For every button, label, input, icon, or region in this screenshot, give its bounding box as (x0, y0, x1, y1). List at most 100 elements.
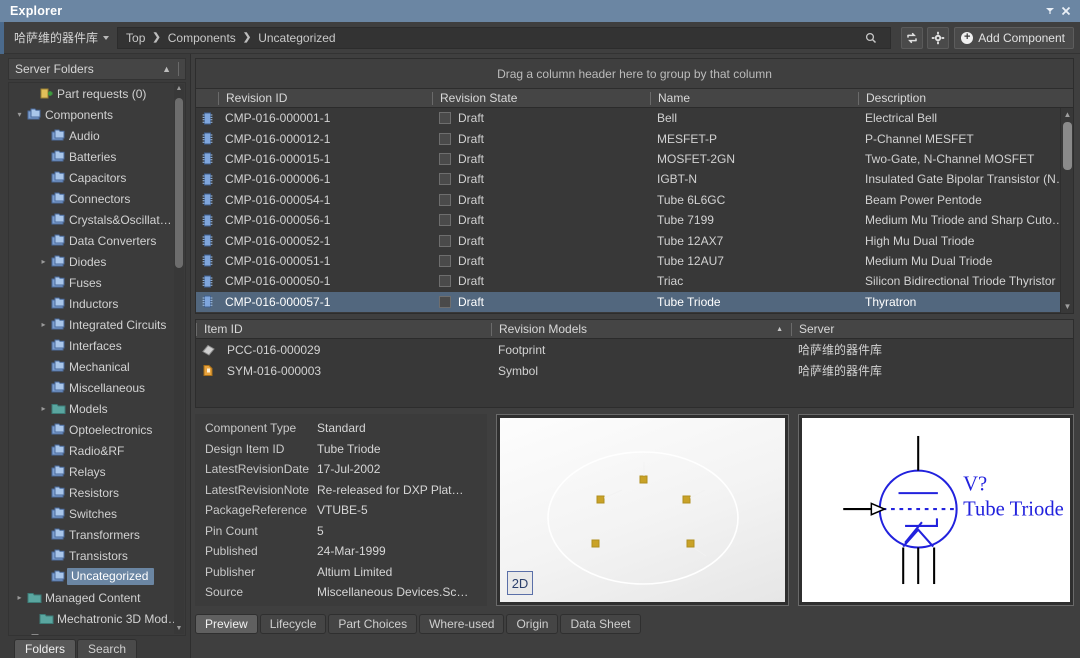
breadcrumb-item-top[interactable]: Top (126, 31, 145, 45)
sidebar-scroll-thumb[interactable] (175, 98, 183, 268)
sidebar-item-audio[interactable]: Audio (9, 125, 185, 146)
expander-expand-icon[interactable]: ▸ (37, 257, 50, 266)
sidebar-item-fuses[interactable]: Fuses (9, 272, 185, 293)
state-checkbox[interactable] (439, 214, 451, 227)
sidebar-tab-folders[interactable]: Folders (14, 639, 77, 658)
sidebar-item-mechanical[interactable]: Mechanical (9, 356, 185, 377)
sidebar-item-resistors[interactable]: Resistors (9, 482, 185, 503)
grid-column-header-name[interactable]: Name (650, 91, 858, 105)
table-row[interactable]: CMP-016-000015-1 Draft MOSFET-2GN Two-Gate,… (196, 149, 1073, 169)
list-item[interactable]: SYM-016-000003 Symbol 哈萨维的器件库 (196, 360, 1073, 381)
sidebar-item-miscellaneous[interactable]: Miscellaneous (9, 377, 185, 398)
expander-expand-icon[interactable]: ▸ (37, 320, 50, 329)
view-mode-2d-button[interactable]: 2D (507, 571, 533, 595)
grid-column-header-revision-state[interactable]: Revision State (432, 91, 650, 105)
breadcrumb-item-uncategorized[interactable]: Uncategorized (258, 31, 335, 45)
library-selector[interactable]: 哈萨维的器件库 (4, 29, 117, 46)
table-row[interactable]: CMP-016-000006-1 Draft IGBT-N Insulated Gat… (196, 169, 1073, 189)
gear-icon[interactable] (927, 26, 950, 49)
sidebar-item-part-requests-0[interactable]: Part requests (0) (9, 83, 185, 104)
symbol-preview[interactable]: V? Tube Triode (798, 414, 1074, 606)
sidebar-item-optoelectronics[interactable]: Optoelectronics (9, 419, 185, 440)
tab-preview[interactable]: Preview (195, 614, 258, 634)
sidebar-tab-search[interactable]: Search (77, 639, 138, 658)
table-row[interactable]: CMP-016-000057-1 Draft Tube Triode Thyratro… (196, 291, 1073, 312)
table-row[interactable]: CMP-016-000050-1 Draft Triac Silicon Bidire… (196, 271, 1073, 291)
table-row[interactable]: CMP-016-000001-1 Draft Bell Electrical Bell (196, 108, 1073, 128)
models-column-header-revision-models[interactable]: Revision Models (491, 322, 791, 336)
title-bar: Explorer (0, 0, 1080, 22)
tab-part-choices[interactable]: Part Choices (328, 614, 418, 634)
grid-scroll-thumb[interactable] (1063, 122, 1072, 170)
search-icon[interactable] (860, 27, 882, 49)
sidebar-item-transistors[interactable]: Transistors (9, 545, 185, 566)
sidebar-item-transformers[interactable]: Transformers (9, 524, 185, 545)
table-row[interactable]: CMP-016-000012-1 Draft MESFET-P P-Channel M… (196, 128, 1073, 148)
state-checkbox[interactable] (439, 173, 451, 186)
grid-scroll-up-icon[interactable]: ▲ (1063, 109, 1072, 120)
sidebar-item-managed-content[interactable]: ▸ Managed Content (9, 587, 185, 608)
table-row[interactable]: CMP-016-000056-1 Draft Tube 7199 Medium Mu … (196, 210, 1073, 230)
sidebar-item-switches[interactable]: Switches (9, 503, 185, 524)
sidebar-item-diodes[interactable]: ▸ Diodes (9, 251, 185, 272)
list-item[interactable]: PCC-016-000029 Footprint 哈萨维的器件库 (196, 339, 1073, 360)
component-icon (196, 214, 218, 227)
tab-origin[interactable]: Origin (506, 614, 559, 634)
tab-where-used[interactable]: Where-used (419, 614, 505, 634)
group-panel[interactable]: Drag a column header here to group by th… (196, 59, 1073, 89)
state-checkbox[interactable] (439, 295, 451, 308)
state-checkbox[interactable] (439, 152, 451, 165)
models-column-header-server[interactable]: Server (791, 322, 1051, 336)
sidebar-item-radio-rf[interactable]: Radio&RF (9, 440, 185, 461)
sidebar-item-crystals-oscillat[interactable]: Crystals&Oscillat… (9, 209, 185, 230)
sidebar-item-capacitors[interactable]: Capacitors (9, 167, 185, 188)
grid-scroll-down-icon[interactable]: ▼ (1063, 301, 1072, 312)
breadcrumb-item-components[interactable]: Components (168, 31, 236, 45)
models-column-header-item-id[interactable]: Item ID (196, 322, 491, 336)
refresh-icon[interactable] (901, 26, 924, 49)
state-label: Draft (458, 213, 485, 228)
state-checkbox[interactable] (439, 254, 451, 267)
state-label: Draft (458, 172, 485, 187)
sidebar-item-mechatronic-3d-mod[interactable]: Mechatronic 3D Mod… (9, 608, 185, 629)
state-checkbox[interactable] (439, 275, 451, 288)
sidebar-scrollbar[interactable]: ▲ ▼ (174, 84, 184, 634)
tab-lifecycle[interactable]: Lifecycle (259, 614, 327, 634)
sidebar-item-label: Optoelectronics (69, 422, 153, 437)
state-checkbox[interactable] (439, 112, 451, 125)
grid-column-header-description[interactable]: Description (858, 91, 1073, 105)
grid-scrollbar[interactable]: ▲ ▼ (1060, 108, 1073, 313)
tab-data-sheet[interactable]: Data Sheet (560, 614, 641, 634)
table-row[interactable]: CMP-016-000052-1 Draft Tube 12AX7 High Mu D… (196, 230, 1073, 250)
sidebar-item-projects[interactable]: ▸ Projects (9, 629, 185, 636)
sidebar-item-models[interactable]: ▸ Models (9, 398, 185, 419)
folder-tree[interactable]: ▲ ▼ Part requests (0) ▾ Components Audio Bat… (8, 82, 186, 636)
footprint-preview[interactable]: 2D (496, 414, 789, 606)
close-icon[interactable] (1058, 3, 1074, 19)
sidebar-item-batteries[interactable]: Batteries (9, 146, 185, 167)
table-row[interactable]: CMP-016-000054-1 Draft Tube 6L6GC Beam Powe… (196, 190, 1073, 210)
sidebar-item-components[interactable]: ▾ Components (9, 104, 185, 125)
expander-expand-icon[interactable]: ▸ (37, 404, 50, 413)
models-header-row: Item ID Revision Models Server (196, 320, 1073, 339)
scroll-down-arrow-icon[interactable]: ▼ (175, 624, 183, 634)
pin-icon[interactable] (1042, 3, 1058, 19)
state-checkbox[interactable] (439, 132, 451, 145)
sidebar-item-connectors[interactable]: Connectors (9, 188, 185, 209)
sidebar-item-uncategorized[interactable]: Uncategorized (9, 566, 185, 587)
add-component-button[interactable]: + Add Component (954, 26, 1074, 49)
sidebar-item-inductors[interactable]: Inductors (9, 293, 185, 314)
sidebar-item-relays[interactable]: Relays (9, 461, 185, 482)
sidebar-item-integrated-circuits[interactable]: ▸ Integrated Circuits (9, 314, 185, 335)
sidebar-item-interfaces[interactable]: Interfaces (9, 335, 185, 356)
expander-expand-icon[interactable]: ▸ (13, 593, 26, 602)
state-checkbox[interactable] (439, 234, 451, 247)
sidebar-item-data-converters[interactable]: Data Converters (9, 230, 185, 251)
grid-column-header-revision-id[interactable]: Revision ID (218, 91, 432, 105)
state-checkbox[interactable] (439, 193, 451, 206)
expander-collapse-icon[interactable]: ▾ (13, 110, 26, 119)
chevron-up-icon[interactable]: ▲ (162, 64, 171, 74)
expander-expand-icon[interactable]: ▸ (13, 635, 26, 636)
table-row[interactable]: CMP-016-000051-1 Draft Tube 12AU7 Medium Mu… (196, 251, 1073, 271)
scroll-up-arrow-icon[interactable]: ▲ (175, 84, 183, 94)
